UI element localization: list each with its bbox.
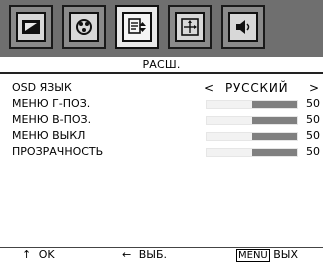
- hint-select-label: ВЫБ.: [138, 248, 168, 261]
- menu-off-value: 50: [306, 129, 320, 142]
- menu-off-label: МЕНЮ ВЫКЛ: [12, 129, 86, 142]
- tab-color[interactable]: [62, 5, 106, 49]
- osd-language-label: OSD ЯЗЫК: [12, 81, 72, 94]
- arrow-right-icon[interactable]: >: [309, 80, 319, 96]
- sound-icon: [228, 12, 258, 42]
- setting-row-menu-h-pos[interactable]: МЕНЮ Г-ПОЗ. 50: [12, 96, 320, 112]
- hint-exit: MENU ВЫХ: [236, 248, 298, 262]
- menu-v-pos-slider[interactable]: [206, 116, 298, 125]
- hint-ok-label: OK: [38, 248, 55, 261]
- up-arrow-icon: ↑: [22, 248, 32, 261]
- menu-v-pos-label: МЕНЮ В-ПОЗ.: [12, 113, 92, 126]
- arrow-left-icon[interactable]: <: [204, 80, 214, 96]
- color-icon: [69, 12, 99, 42]
- tab-sound[interactable]: [221, 5, 265, 49]
- transparency-slider[interactable]: [206, 148, 298, 157]
- extended-settings-icon: [122, 12, 152, 42]
- setting-row-osd-language[interactable]: OSD ЯЗЫК < РУССКИЙ >: [12, 80, 319, 96]
- tab-bar: [0, 0, 323, 57]
- tab-picture[interactable]: [9, 5, 53, 49]
- slider-fill: [252, 117, 297, 124]
- slider-fill: [252, 149, 297, 156]
- hint-select: ← ВЫБ.: [122, 248, 167, 262]
- hint-exit-label: ВЫХ: [273, 248, 299, 261]
- slider-fill: [252, 133, 297, 140]
- slider-fill: [252, 101, 297, 108]
- menu-key-icon: MENU: [236, 249, 270, 262]
- menu-h-pos-label: МЕНЮ Г-ПОЗ.: [12, 97, 91, 110]
- setting-row-menu-v-pos[interactable]: МЕНЮ В-ПОЗ. 50: [12, 112, 320, 128]
- picture-icon: [16, 12, 46, 42]
- transparency-label: ПРОЗРАЧНОСТЬ: [12, 145, 104, 158]
- transparency-value: 50: [306, 145, 320, 158]
- image-position-icon: [175, 12, 205, 42]
- left-arrow-icon: ←: [122, 248, 132, 261]
- setting-row-menu-off[interactable]: МЕНЮ ВЫКЛ 50: [12, 128, 320, 144]
- tab-image-position[interactable]: [168, 5, 212, 49]
- panel-title: РАСШ.: [0, 58, 323, 74]
- menu-off-slider[interactable]: [206, 132, 298, 141]
- hint-bar: ↑ OK ← ВЫБ. MENU ВЫХ: [0, 247, 323, 263]
- setting-row-transparency[interactable]: ПРОЗРАЧНОСТЬ 50: [12, 144, 320, 160]
- menu-h-pos-slider[interactable]: [206, 100, 298, 109]
- hint-ok: ↑ OK: [22, 248, 55, 262]
- osd-menu: РАСШ. OSD ЯЗЫК < РУССКИЙ > МЕНЮ Г-ПОЗ. 5…: [0, 0, 323, 263]
- menu-h-pos-value: 50: [306, 97, 320, 110]
- tab-extended[interactable]: [115, 5, 159, 49]
- menu-v-pos-value: 50: [306, 113, 320, 126]
- osd-language-value: РУССКИЙ: [225, 81, 289, 95]
